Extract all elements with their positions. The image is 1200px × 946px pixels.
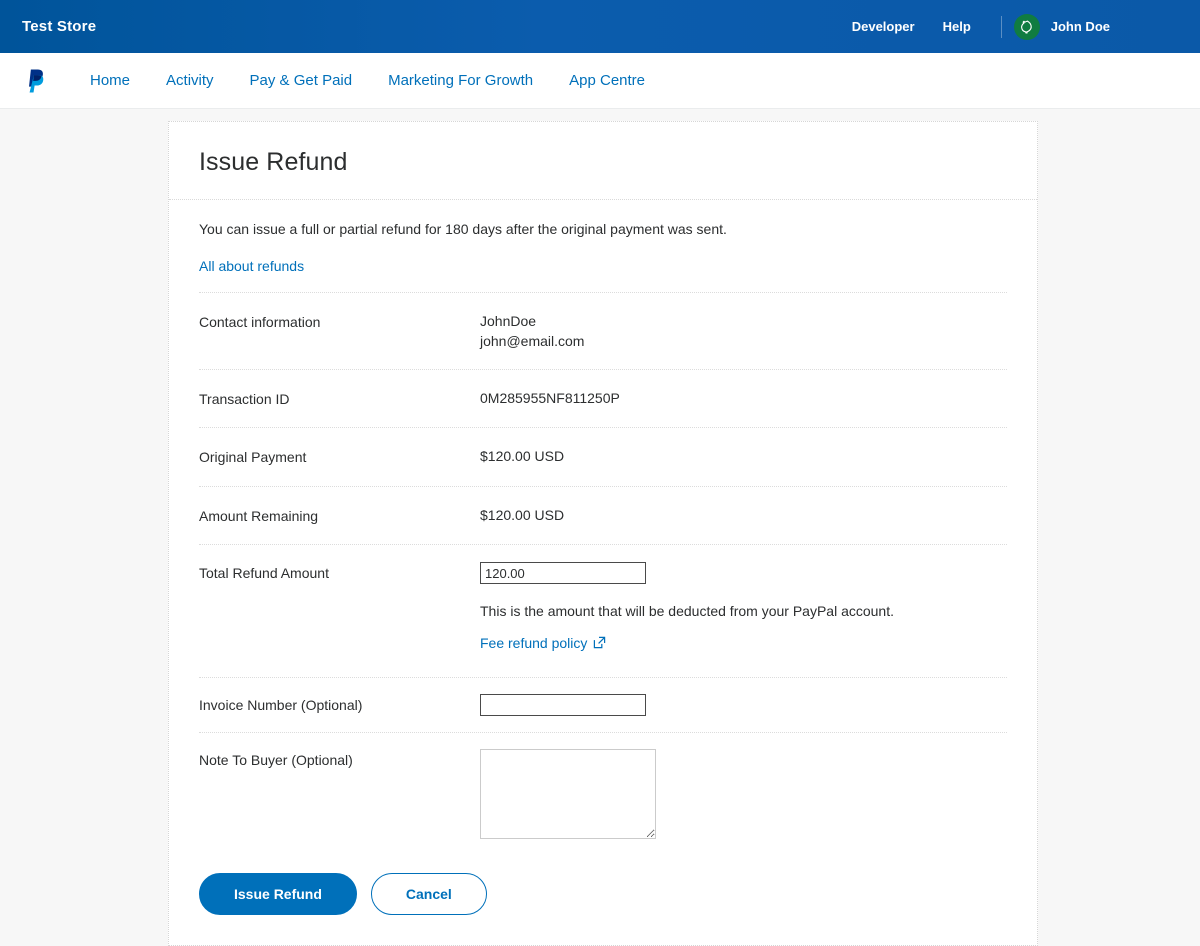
nav-links: Home Activity Pay & Get Paid Marketing F… — [76, 66, 663, 95]
leaf-icon — [1020, 20, 1032, 34]
note-to-buyer-field-group — [480, 748, 656, 839]
amount-remaining-value: $120.00 USD — [480, 506, 565, 523]
invoice-number-field-group — [480, 693, 646, 716]
total-refund-amount-field-group: This is the amount that will be deducted… — [480, 562, 894, 653]
refund-amount-helper-text: This is the amount that will be deducted… — [480, 603, 894, 620]
row-original-payment: Original Payment $120.00 USD — [199, 428, 1007, 487]
nav-item-home[interactable]: Home — [76, 66, 148, 95]
card-body: You can issue a full or partial refund f… — [169, 200, 1037, 945]
refund-details-list: Contact information JohnDoe john@email.c… — [199, 291, 1007, 857]
help-link[interactable]: Help — [929, 19, 985, 34]
all-about-refunds-link[interactable]: All about refunds — [199, 258, 304, 274]
top-bar-divider — [1000, 15, 1002, 38]
store-name: Test Store — [22, 18, 97, 35]
form-actions: Issue Refund Cancel — [199, 857, 1007, 945]
fee-refund-policy-label: Fee refund policy — [480, 634, 588, 651]
top-bar-right-group: Developer Help John Doe — [838, 13, 1180, 40]
paypal-logo-icon[interactable] — [26, 68, 48, 94]
row-contact-information: Contact information JohnDoe john@email.c… — [199, 293, 1007, 371]
row-total-refund-amount: Total Refund Amount This is the amount t… — [199, 545, 1007, 678]
original-payment-value: $120.00 USD — [480, 448, 565, 465]
contact-information-label: Contact information — [199, 313, 321, 330]
note-to-buyer-label: Note To Buyer (Optional) — [199, 751, 353, 768]
external-link-icon — [594, 637, 606, 649]
fee-refund-policy-link[interactable]: Fee refund policy — [480, 633, 606, 653]
nav-item-activity[interactable]: Activity — [148, 66, 232, 95]
transaction-id-label: Transaction ID — [199, 391, 290, 408]
developer-link[interactable]: Developer — [838, 19, 929, 34]
cancel-button[interactable]: Cancel — [370, 872, 487, 915]
note-to-buyer-textarea[interactable] — [480, 748, 656, 839]
card-header: Issue Refund — [169, 122, 1037, 200]
amount-remaining-label: Amount Remaining — [199, 507, 319, 524]
contact-name: JohnDoe — [480, 312, 537, 329]
avatar[interactable] — [1013, 13, 1040, 40]
top-bar: Test Store Developer Help John Doe — [0, 0, 1200, 53]
row-amount-remaining: Amount Remaining $120.00 USD — [199, 487, 1007, 546]
original-payment-label: Original Payment — [199, 449, 307, 466]
user-name[interactable]: John Doe — [1051, 19, 1110, 34]
page-title: Issue Refund — [199, 148, 348, 176]
issue-refund-button[interactable]: Issue Refund — [199, 872, 357, 915]
intro-text: You can issue a full or partial refund f… — [199, 221, 727, 237]
invoice-number-input[interactable] — [480, 693, 646, 716]
nav-item-marketing-for-growth[interactable]: Marketing For Growth — [370, 66, 551, 95]
refund-amount-input[interactable] — [480, 562, 646, 585]
issue-refund-card: Issue Refund You can issue a full or par… — [168, 121, 1038, 946]
row-note-to-buyer: Note To Buyer (Optional) — [199, 733, 1007, 857]
contact-email: john@email.com — [480, 332, 585, 349]
nav-item-pay-get-paid[interactable]: Pay & Get Paid — [232, 66, 371, 95]
row-transaction-id: Transaction ID 0M285955NF811250P — [199, 370, 1007, 429]
row-invoice-number: Invoice Number (Optional) — [199, 678, 1007, 733]
contact-information-value: JohnDoe john@email.com — [480, 311, 584, 352]
total-refund-amount-label: Total Refund Amount — [199, 565, 329, 582]
transaction-id-value: 0M285955NF811250P — [480, 390, 620, 407]
main-navigation: Home Activity Pay & Get Paid Marketing F… — [0, 53, 1200, 109]
nav-item-app-centre[interactable]: App Centre — [551, 66, 663, 95]
page-content: Issue Refund You can issue a full or par… — [0, 121, 1200, 946]
invoice-number-label: Invoice Number (Optional) — [199, 696, 363, 713]
